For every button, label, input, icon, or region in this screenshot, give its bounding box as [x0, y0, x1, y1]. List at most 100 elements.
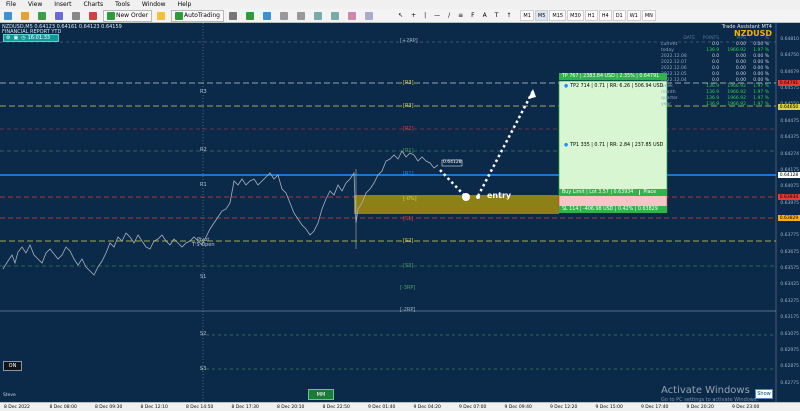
price-axis-label: 0.63075: [780, 331, 799, 337]
price-axis-label: 0.63425: [780, 282, 799, 288]
menu-item-tools[interactable]: Tools: [109, 1, 136, 8]
layers-icon[interactable]: ▣: [13, 35, 18, 41]
level-label: [-0%]: [403, 196, 417, 202]
profiles-icon[interactable]: [18, 10, 33, 22]
price-tag: 0.63829: [778, 215, 800, 221]
label-icon[interactable]: T: [492, 10, 502, 22]
menu-item-view[interactable]: View: [22, 1, 48, 8]
templates-icon[interactable]: [362, 10, 377, 22]
tile-icon[interactable]: [311, 10, 326, 22]
level-label: [R1]: [403, 148, 414, 154]
autotrading-button[interactable]: AutoTrading: [171, 9, 224, 22]
tp2-label[interactable]: ● TP2 714 | 0.71 | RR: 6.26 | 506.94 USD: [561, 83, 665, 90]
price-axis-label: 0.64575: [780, 86, 799, 92]
menu-item-window[interactable]: Window: [136, 1, 172, 8]
level-label: [R2]: [403, 126, 414, 132]
side-label: R3: [200, 89, 207, 95]
level-label: [S3]: [403, 263, 414, 269]
tp1-label[interactable]: ● TP1 335 | 0.71 | RR: 2.84 | 237.85 USD: [561, 142, 665, 149]
timeframe-d1[interactable]: D1: [612, 10, 626, 21]
place-button[interactable]: Place: [639, 190, 659, 195]
toolbar: New Order AutoTrading ↖ + | — / ≡ F A T …: [0, 9, 800, 23]
time-axis-label: 9 Dec 17:40: [641, 404, 669, 410]
timeframe-mn[interactable]: MN: [641, 10, 656, 21]
tp-label[interactable]: TP 767 | 2383.84 USD | 2.35% | 0.64791: [559, 73, 667, 80]
zoom-out-icon[interactable]: [294, 10, 309, 22]
level-label: [R3]: [403, 80, 414, 86]
cursor-icon[interactable]: ↖: [395, 10, 406, 22]
buy-limit-label[interactable]: Buy Limit | Lot 3.57 | 0.63934 Place: [559, 189, 667, 196]
price-axis-label: 0.64679: [780, 69, 799, 75]
autoscroll-icon[interactable]: [328, 10, 343, 22]
menu-item-help[interactable]: Help: [172, 1, 198, 8]
level-label: [+2RP]: [400, 38, 418, 44]
chart-area[interactable]: NZDUSD,M5 0.64123 0.64161 0.64123 0.6415…: [0, 23, 800, 403]
timeframe-m1[interactable]: M1: [520, 10, 534, 21]
fibo-icon[interactable]: F: [468, 10, 477, 22]
side-label: S3: [200, 366, 207, 372]
trendline-icon[interactable]: /: [445, 10, 453, 22]
timeframe-bar: M1 M5 M15 M30 H1 H4 D1 W1 MN: [519, 10, 656, 21]
timer-panel[interactable]: ⚙ ▣ ◷ 16:01:33: [3, 34, 59, 42]
tester-icon[interactable]: [86, 10, 101, 22]
info-icon: ●: [564, 143, 569, 148]
side-label: S1: [200, 274, 207, 280]
menu-item-charts[interactable]: Charts: [78, 1, 110, 8]
time-axis-label: 9 Dec 01:40: [368, 404, 396, 410]
time-axis-label: 9 Dec 07:00: [459, 404, 487, 410]
bar-chart-icon[interactable]: [226, 10, 241, 22]
price-axis-label: 0.64750: [780, 53, 799, 59]
stats-cell: 1.97 %: [753, 102, 769, 107]
on-button[interactable]: ON: [3, 361, 22, 371]
metaeditor-icon[interactable]: [154, 10, 169, 22]
zoom-in-icon[interactable]: [277, 10, 292, 22]
navigator-icon[interactable]: [52, 10, 67, 22]
timeframe-m5[interactable]: M5: [534, 10, 549, 21]
hline-icon[interactable]: —: [431, 10, 443, 22]
sl-label[interactable]: SL 114 | -406.98 USD | 0.42% | 0.63829: [559, 206, 667, 213]
arrows-icon[interactable]: ↑: [503, 10, 514, 22]
text-icon[interactable]: A: [480, 10, 490, 22]
time-axis-label: 8 Dec 08:00: [49, 404, 77, 410]
time-axis-label: 8 Dec 12:10: [140, 404, 168, 410]
price-axis-label: 0.64375: [780, 135, 799, 141]
price-axis-label: 0.63575: [780, 266, 799, 272]
timeframe-m30[interactable]: M30: [567, 10, 584, 21]
new-order-button[interactable]: New Order: [103, 9, 153, 22]
vline-icon[interactable]: |: [421, 10, 429, 22]
crosshair-icon[interactable]: +: [408, 10, 419, 22]
side-label: R2: [200, 147, 207, 153]
entry-annotation: entry: [487, 191, 512, 200]
terminal-icon[interactable]: [69, 10, 84, 22]
new-order-icon: [107, 11, 115, 20]
time-axis-label: 8 Dec 2022: [4, 404, 30, 410]
menu-item-file[interactable]: File: [0, 1, 22, 8]
timeframe-h4[interactable]: H4: [598, 10, 612, 21]
timeframe-m15[interactable]: M15: [549, 10, 567, 21]
market-watch-icon[interactable]: [35, 10, 50, 22]
side-label: R1: [200, 182, 207, 188]
time-axis-label: 9 Dec 23:00: [732, 404, 760, 410]
menu-item-insert[interactable]: Insert: [48, 1, 77, 8]
timeframe-w1[interactable]: W1: [626, 10, 641, 21]
level-label: [S1]: [403, 216, 414, 222]
price-axis-label: 0.63175: [780, 315, 799, 321]
new-chart-icon[interactable]: [1, 10, 16, 22]
mm-button[interactable]: MM: [308, 389, 334, 400]
price-tag: 0.63934: [778, 194, 800, 200]
price-tag: 0.64128: [778, 172, 800, 178]
price-axis-label: 0.62875: [780, 364, 799, 370]
price-axis-label: 0.64075: [780, 184, 799, 190]
timeframe-h1[interactable]: H1: [584, 10, 598, 21]
gear-icon[interactable]: ⚙: [6, 35, 10, 41]
price-axis-label: 0.63675: [780, 249, 799, 255]
channel-icon[interactable]: ≡: [455, 10, 466, 22]
line-chart-icon[interactable]: [260, 10, 275, 22]
indicators-icon[interactable]: [345, 10, 360, 22]
candles-icon[interactable]: [243, 10, 258, 22]
time-axis: 8 Dec 2022 8 Dec 08:00 8 Dec 09:30 8 Dec 12…: [0, 402, 800, 411]
entry-zone: [354, 195, 559, 214]
price-axis-label: 0.63275: [780, 298, 799, 304]
level-label: [-2RP]: [400, 307, 416, 313]
activate-windows-title: Activate Windows: [661, 385, 750, 396]
